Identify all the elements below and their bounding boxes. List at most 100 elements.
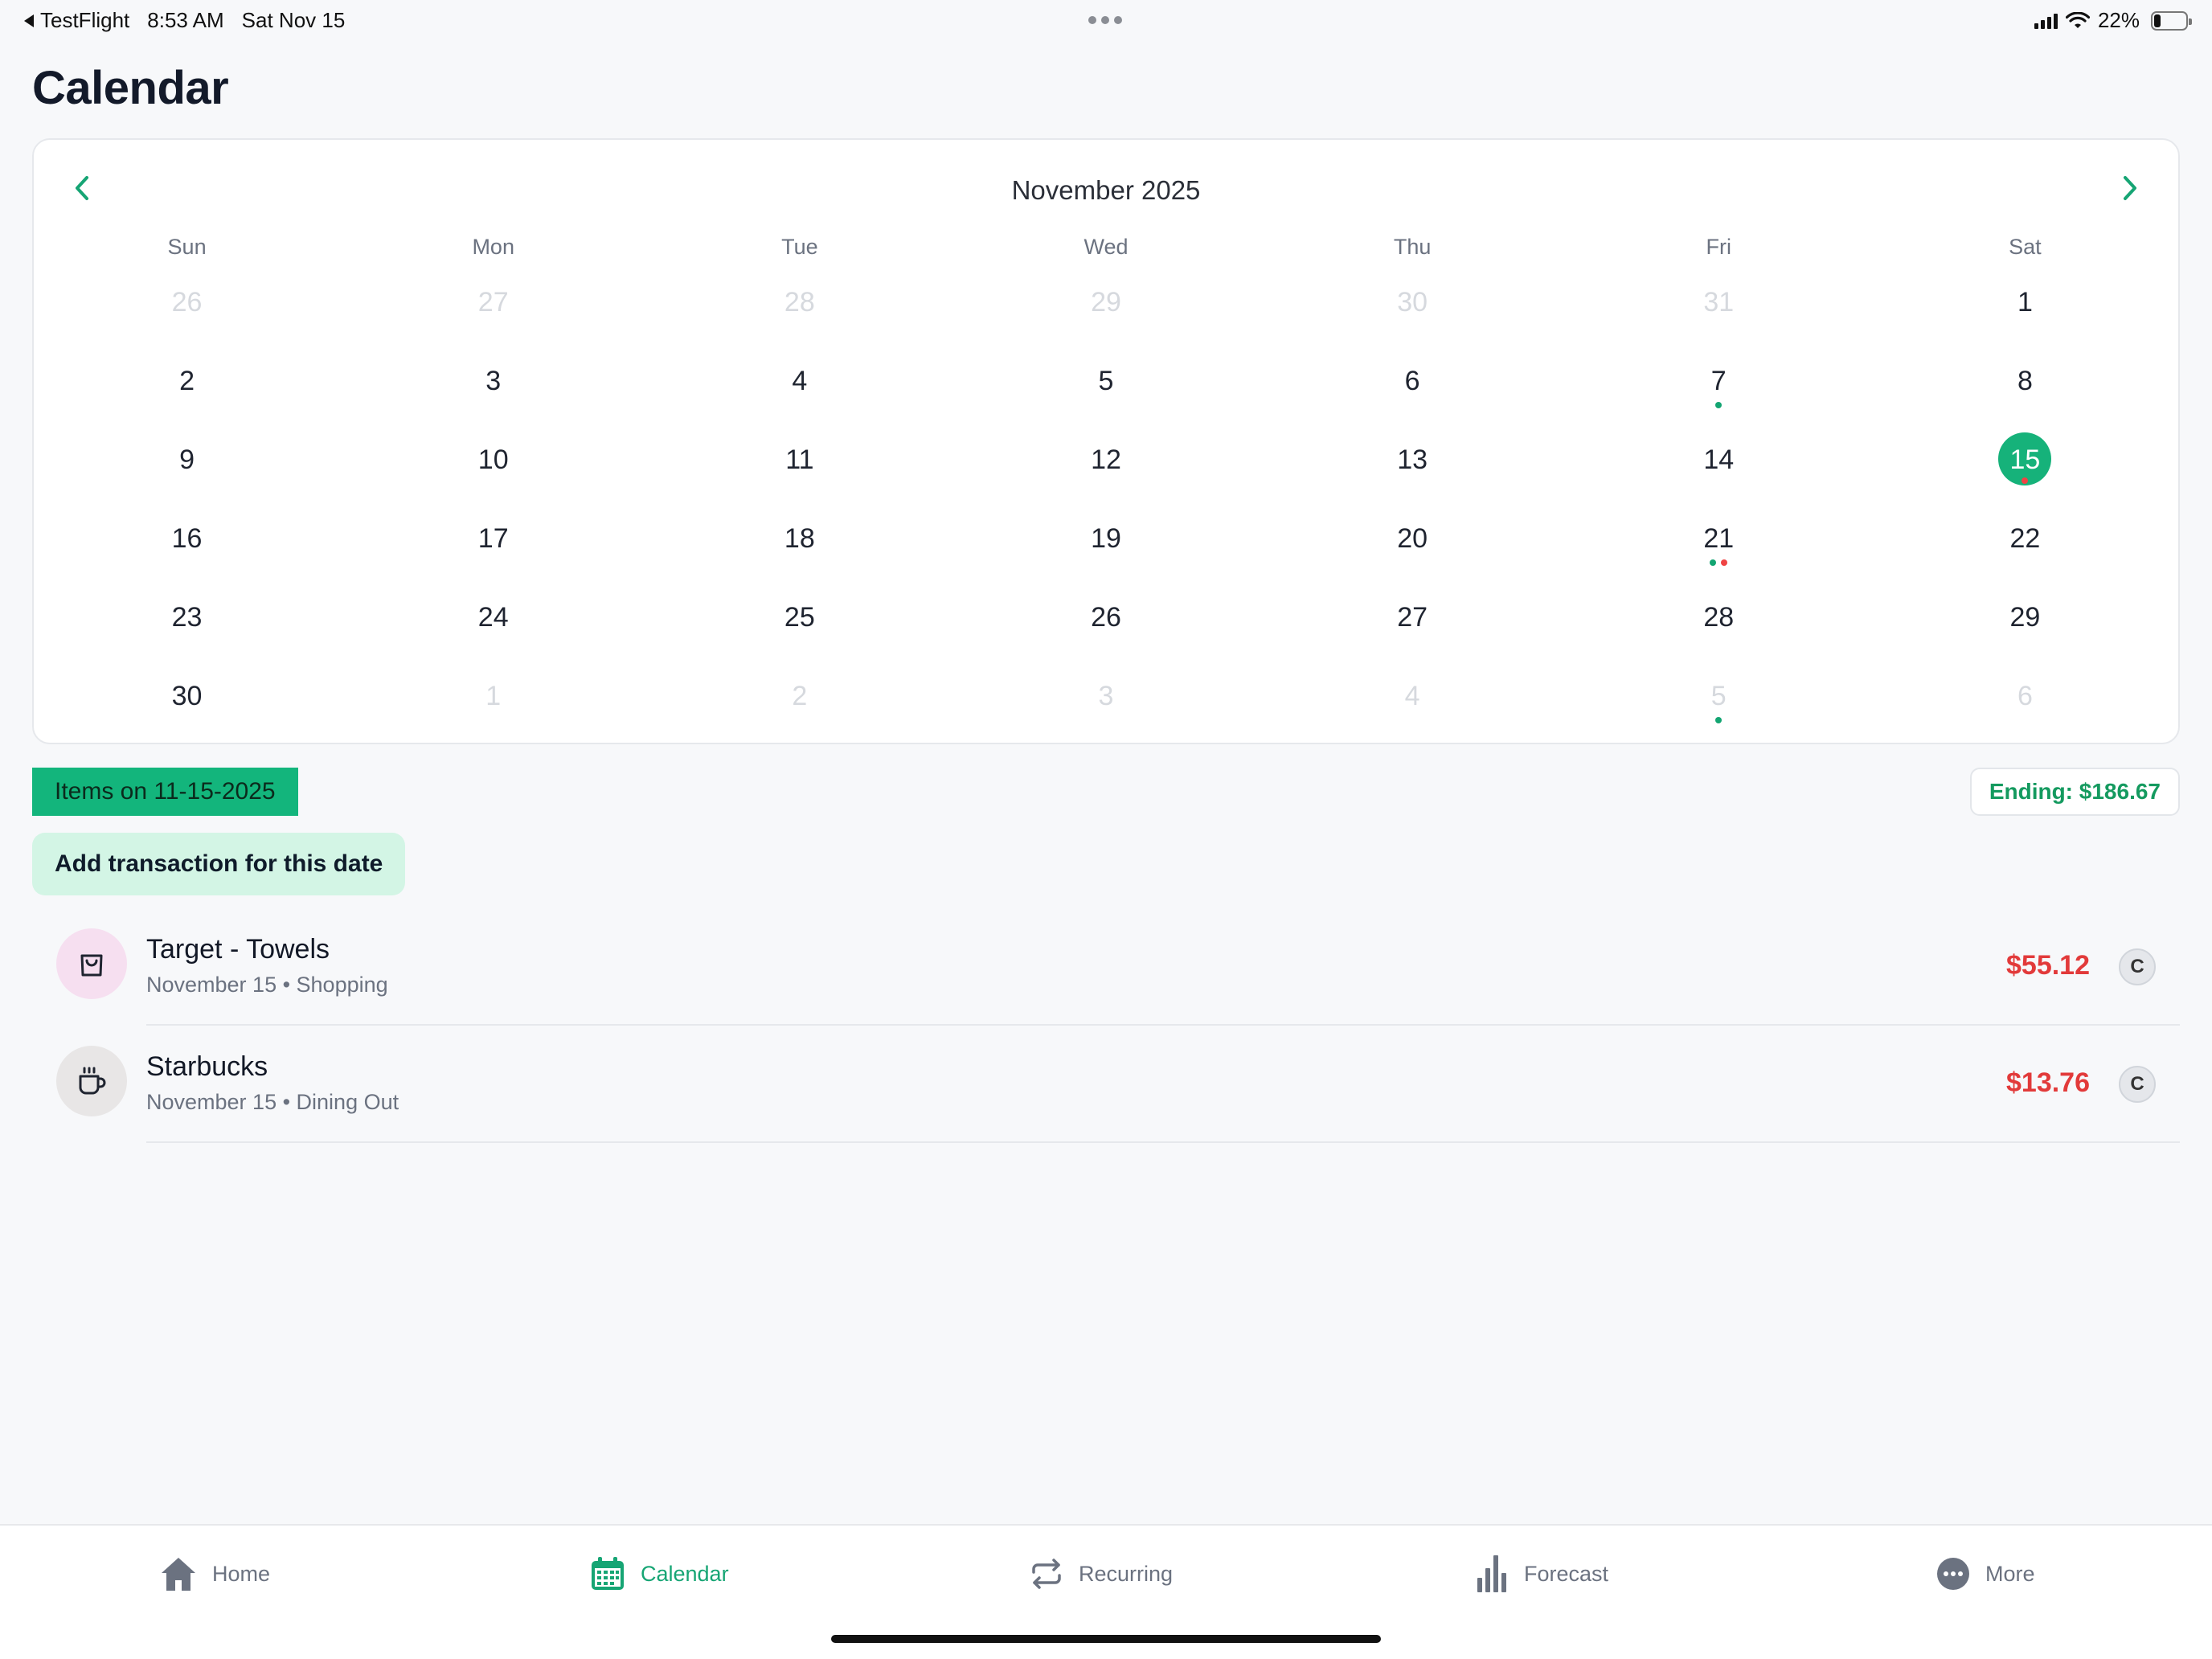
expense-dot bbox=[1721, 559, 1728, 566]
calendar-day[interactable]: 1 bbox=[1872, 270, 2178, 349]
month-label: November 2025 bbox=[1011, 175, 1201, 205]
cleared-status-badge[interactable]: C bbox=[2119, 1066, 2156, 1103]
calendar-day[interactable]: 4 bbox=[1260, 664, 1566, 743]
day-number: 9 bbox=[179, 444, 195, 475]
transaction-indicator-dots bbox=[1715, 402, 1722, 408]
transaction-indicator-dots bbox=[1710, 559, 1728, 566]
calendar-day[interactable]: 29 bbox=[1872, 585, 2178, 664]
day-number: 27 bbox=[477, 287, 509, 317]
transaction-row[interactable]: Starbucks November 15 • Dining Out $13.7… bbox=[32, 1026, 2180, 1143]
day-number: 17 bbox=[477, 523, 509, 554]
tab-more[interactable]: More bbox=[1936, 1550, 2035, 1598]
tab-recurring[interactable]: Recurring bbox=[1029, 1550, 1173, 1598]
transaction-indicator-dots bbox=[2022, 477, 2029, 484]
back-to-app-button[interactable]: TestFlight bbox=[24, 8, 129, 33]
calendar-day[interactable]: 4 bbox=[646, 349, 952, 428]
expense-dot bbox=[2022, 477, 2029, 484]
tab-home[interactable]: Home bbox=[159, 1550, 270, 1598]
tab-calendar[interactable]: Calendar bbox=[589, 1550, 729, 1598]
tab-forecast[interactable]: Forecast bbox=[1476, 1550, 1608, 1598]
calendar-day[interactable]: 6 bbox=[1872, 664, 2178, 743]
calendar-day[interactable]: 13 bbox=[1260, 428, 1566, 506]
calendar-day[interactable]: 5 bbox=[1566, 664, 1872, 743]
day-number: 31 bbox=[1703, 287, 1735, 317]
calendar-day[interactable]: 5 bbox=[952, 349, 1259, 428]
day-number: 10 bbox=[477, 444, 509, 475]
home-indicator[interactable] bbox=[831, 1635, 1381, 1643]
battery-fill bbox=[2154, 14, 2161, 27]
calendar-day[interactable]: 27 bbox=[340, 270, 646, 349]
cleared-status-badge[interactable]: C bbox=[2119, 948, 2156, 985]
add-transaction-button[interactable]: Add transaction for this date bbox=[32, 833, 406, 895]
calendar-day[interactable]: 9 bbox=[34, 428, 340, 506]
calendar-day[interactable]: 26 bbox=[34, 270, 340, 349]
day-number: 6 bbox=[1404, 366, 1420, 396]
calendar-day[interactable]: 23 bbox=[34, 585, 340, 664]
day-number: 27 bbox=[1397, 602, 1428, 633]
calendar-day[interactable]: 24 bbox=[340, 585, 646, 664]
day-number: 26 bbox=[171, 287, 203, 317]
weekday-label: Mon bbox=[472, 235, 514, 259]
day-number: 15 bbox=[2009, 444, 2041, 475]
day-number: 16 bbox=[171, 523, 203, 554]
calendar-day[interactable]: 25 bbox=[646, 585, 952, 664]
calendar-day[interactable]: 30 bbox=[34, 664, 340, 743]
weekday-label: Sun bbox=[167, 235, 207, 259]
day-number: 4 bbox=[1404, 681, 1420, 711]
calendar-day[interactable]: 8 bbox=[1872, 349, 2178, 428]
calendar-day[interactable]: 28 bbox=[646, 270, 952, 349]
day-number: 29 bbox=[1091, 287, 1121, 317]
calendar-day[interactable]: 3 bbox=[952, 664, 1259, 743]
calendar-day[interactable]: 16 bbox=[34, 506, 340, 585]
day-number: 2 bbox=[179, 366, 195, 396]
day-number: 1 bbox=[485, 681, 502, 711]
calendar-day[interactable]: 18 bbox=[646, 506, 952, 585]
day-number: 20 bbox=[1397, 523, 1428, 554]
chevron-right-icon bbox=[2124, 176, 2136, 200]
shopping-bag-icon bbox=[80, 954, 103, 977]
tab-more-label: More bbox=[1985, 1561, 2035, 1586]
calendar-day[interactable]: 17 bbox=[340, 506, 646, 585]
calendar-day[interactable]: 26 bbox=[952, 585, 1259, 664]
calendar-day[interactable]: 20 bbox=[1260, 506, 1566, 585]
calendar-day[interactable]: 30 bbox=[1260, 270, 1566, 349]
calendar-day[interactable]: 27 bbox=[1260, 585, 1566, 664]
calendar-week-row: 23 24 25 26 27 28 29 bbox=[34, 585, 2178, 664]
calendar-day[interactable]: 2 bbox=[646, 664, 952, 743]
transaction-title: Starbucks bbox=[146, 1051, 268, 1082]
calendar-day[interactable]: 31 bbox=[1566, 270, 1872, 349]
calendar-day[interactable]: 28 bbox=[1566, 585, 1872, 664]
bar-chart-icon bbox=[1477, 1555, 1506, 1592]
back-app-label: TestFlight bbox=[40, 8, 130, 32]
tab-calendar-label: Calendar bbox=[641, 1561, 729, 1586]
calendar-day[interactable]: 21 bbox=[1566, 506, 1872, 585]
day-number: 30 bbox=[171, 681, 203, 711]
weekday-header-row: Sun Mon Tue Wed Thu Fri Sat bbox=[34, 235, 2178, 260]
calendar-day[interactable]: 1 bbox=[340, 664, 646, 743]
calendar-day[interactable]: 3 bbox=[340, 349, 646, 428]
calendar-day[interactable]: 2 bbox=[34, 349, 340, 428]
multitasking-dots-icon[interactable] bbox=[1088, 16, 1122, 24]
day-number: 3 bbox=[1098, 681, 1114, 711]
weekday-label: Thu bbox=[1393, 235, 1432, 259]
transaction-row[interactable]: Target - Towels November 15 • Shopping $… bbox=[32, 908, 2180, 1026]
calendar-day[interactable]: 19 bbox=[952, 506, 1259, 585]
calendar-day[interactable]: 14 bbox=[1566, 428, 1872, 506]
income-dot bbox=[1715, 402, 1722, 408]
calendar-day[interactable]: 7 bbox=[1566, 349, 1872, 428]
day-number: 21 bbox=[1703, 523, 1735, 554]
calendar-day-selected[interactable]: 15 bbox=[1872, 428, 2178, 506]
weekday-label: Fri bbox=[1706, 235, 1732, 259]
calendar-day[interactable]: 11 bbox=[646, 428, 952, 506]
calendar-icon bbox=[592, 1557, 624, 1590]
home-icon bbox=[162, 1558, 195, 1591]
status-time: 8:53 AM bbox=[147, 8, 224, 32]
next-month-button[interactable] bbox=[2111, 169, 2149, 207]
calendar-day[interactable]: 22 bbox=[1872, 506, 2178, 585]
calendar-day[interactable]: 29 bbox=[952, 270, 1259, 349]
day-number: 28 bbox=[784, 287, 815, 317]
calendar-day[interactable]: 6 bbox=[1260, 349, 1566, 428]
weekday-label: Wed bbox=[1083, 235, 1129, 259]
calendar-day[interactable]: 10 bbox=[340, 428, 646, 506]
calendar-day[interactable]: 12 bbox=[952, 428, 1259, 506]
